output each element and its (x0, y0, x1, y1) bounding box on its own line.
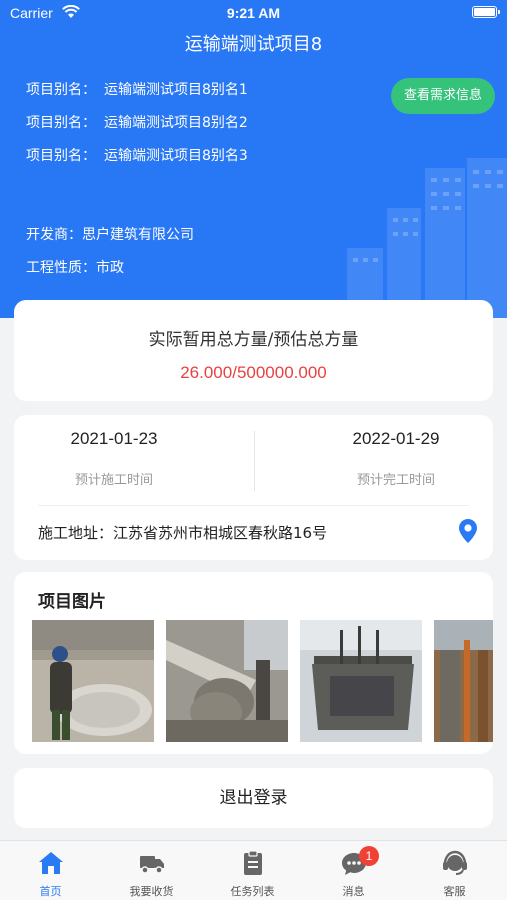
tab-receive-goods[interactable]: 我要收货 (101, 841, 202, 900)
status-bar: Carrier 9:21 AM (0, 0, 507, 28)
nature-label: 工程性质： (26, 260, 96, 276)
tab-label: 我要收货 (129, 885, 174, 898)
location-pin-icon[interactable] (459, 519, 477, 543)
tab-customer-service[interactable]: 客服 (404, 841, 505, 900)
tab-task-list[interactable]: 任务列表 (202, 841, 303, 900)
start-date-label: 预计施工时间 (74, 473, 153, 488)
developer-label: 开发商： (26, 227, 82, 243)
nature-value: 市政 (96, 260, 124, 276)
developer-row: 开发商：思户建筑有限公司 (26, 224, 194, 244)
divider (38, 505, 469, 506)
project-photo[interactable] (300, 620, 422, 742)
alias-label: 项目别名： (26, 82, 96, 98)
headset-icon (443, 850, 467, 875)
tab-label: 客服 (443, 885, 466, 898)
home-icon (39, 852, 63, 874)
alias-value: 运输端测试项目8别名2 (104, 115, 248, 131)
end-date: 2022-01-29 (352, 429, 440, 448)
unread-badge: 1 (359, 846, 379, 866)
tab-label: 任务列表 (230, 885, 275, 898)
date-divider (254, 431, 255, 491)
skyline-decoration (347, 158, 507, 318)
page-title: 运输端测试项目8 (184, 34, 323, 55)
project-alias-row: 项目别名： 运输端测试项目8别名1 (26, 79, 248, 99)
photo-strip[interactable] (32, 620, 493, 742)
project-photo[interactable] (434, 620, 493, 742)
view-demand-button[interactable]: 查看需求信息 (391, 78, 495, 114)
alias-label: 项目别名： (26, 148, 96, 164)
start-date: 2021-01-23 (70, 429, 158, 448)
clock: 9:21 AM (226, 5, 281, 21)
project-photo[interactable] (166, 620, 288, 742)
alias-value: 运输端测试项目8别名3 (104, 148, 248, 164)
project-photo[interactable] (32, 620, 154, 742)
battery-icon (472, 6, 500, 18)
tab-bar: 首页 我要收货 任务列表 1 消息 客服 (0, 840, 507, 900)
address-label: 施工地址： (38, 524, 114, 542)
start-date-block: 2021-01-23 预计施工时间 (14, 429, 214, 488)
address-value: 江苏省苏州市相城区春秋路16号 (113, 524, 328, 542)
end-date-block: 2022-01-29 预计完工时间 (296, 429, 496, 488)
end-date-label: 预计完工时间 (356, 473, 435, 488)
alias-value: 运输端测试项目8别名1 (104, 82, 248, 98)
project-alias-row: 项目别名： 运输端测试项目8别名2 (26, 112, 248, 132)
truck-icon (140, 856, 164, 874)
project-photos-card: 项目图片 (14, 572, 493, 754)
project-header: Carrier 9:21 AM 运输端测试项目8 项目别名： 运输端测试项目8别名… (0, 0, 507, 318)
volume-title: 实际暂用总方量/预估总方量 (148, 330, 359, 350)
construction-address: 施工地址：江苏省苏州市相城区春秋路16号 (38, 522, 327, 543)
project-nature-row: 工程性质：市政 (26, 257, 124, 277)
volume-card: 实际暂用总方量/预估总方量 26.000/500000.000 (14, 300, 493, 401)
project-alias-row: 项目别名： 运输端测试项目8别名3 (26, 145, 248, 165)
logout-button[interactable]: 退出登录 (14, 768, 493, 828)
volume-value: 26.000/500000.000 (180, 363, 327, 382)
tab-label: 首页 (39, 885, 62, 898)
tab-messages[interactable]: 1 消息 (303, 841, 404, 900)
clipboard-icon (244, 850, 262, 875)
schedule-card: 2021-01-23 预计施工时间 2022-01-29 预计完工时间 施工地址… (14, 415, 493, 560)
tab-label: 消息 (342, 885, 365, 898)
alias-label: 项目别名： (26, 115, 96, 131)
photos-title: 项目图片 (38, 592, 106, 612)
tab-home[interactable]: 首页 (0, 841, 101, 900)
developer-value: 思户建筑有限公司 (82, 227, 194, 243)
